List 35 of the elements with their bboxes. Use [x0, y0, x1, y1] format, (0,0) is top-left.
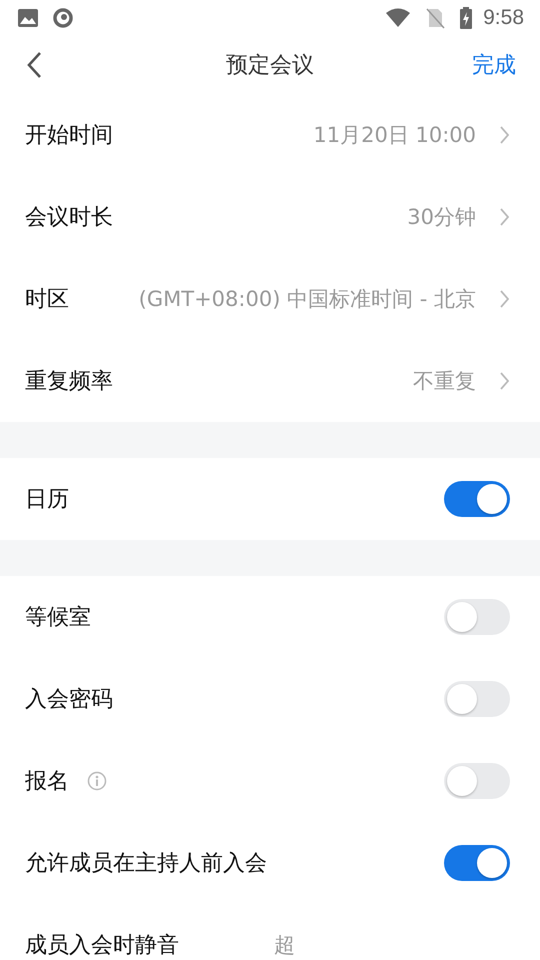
battery-icon [459, 7, 474, 29]
setting-label: 时区 [25, 286, 69, 314]
wifi-icon [385, 8, 412, 28]
chevron-icon [500, 126, 510, 144]
chevron-icon [500, 208, 510, 226]
image-icon [17, 8, 39, 28]
no-sim-icon [425, 7, 446, 29]
circle-icon [53, 8, 73, 28]
toggle-switch[interactable] [444, 845, 510, 881]
toggle-switch[interactable] [444, 763, 510, 799]
toggle-switch[interactable] [444, 481, 510, 517]
setting-value[interactable]: 11月20日 10:00 [313, 121, 476, 149]
setting-value[interactable]: 30分钟 [407, 203, 476, 231]
info-icon[interactable] [87, 771, 107, 791]
back-button[interactable] [26, 51, 42, 79]
setting-label: 开始时间 [25, 122, 113, 150]
setting-value: 超 [274, 932, 295, 959]
toggle-switch[interactable] [444, 681, 510, 717]
chevron-icon [500, 290, 510, 308]
setting-label: 会议时长 [25, 204, 113, 232]
back-icon [26, 51, 42, 79]
done-button[interactable]: 完成 [472, 50, 516, 80]
clock-time: 9:58 [483, 6, 524, 30]
setting-label: 重复频率 [25, 368, 113, 396]
setting-label: 日历 [25, 486, 69, 514]
setting-label: 允许成员在主持人前入会 [25, 850, 267, 878]
setting-value[interactable]: (GMT+08:00) 中国标准时间 - 北京 [138, 285, 476, 313]
chevron-icon [500, 372, 510, 390]
setting-label: 成员入会时静音 [25, 932, 179, 960]
setting-label: 报名 [25, 768, 69, 796]
page-title: 预定会议 [226, 52, 314, 80]
setting-value[interactable]: 不重复 [413, 367, 476, 395]
setting-label: 入会密码 [25, 686, 113, 714]
setting-label: 等候室 [25, 604, 91, 632]
toggle-switch[interactable] [444, 599, 510, 635]
